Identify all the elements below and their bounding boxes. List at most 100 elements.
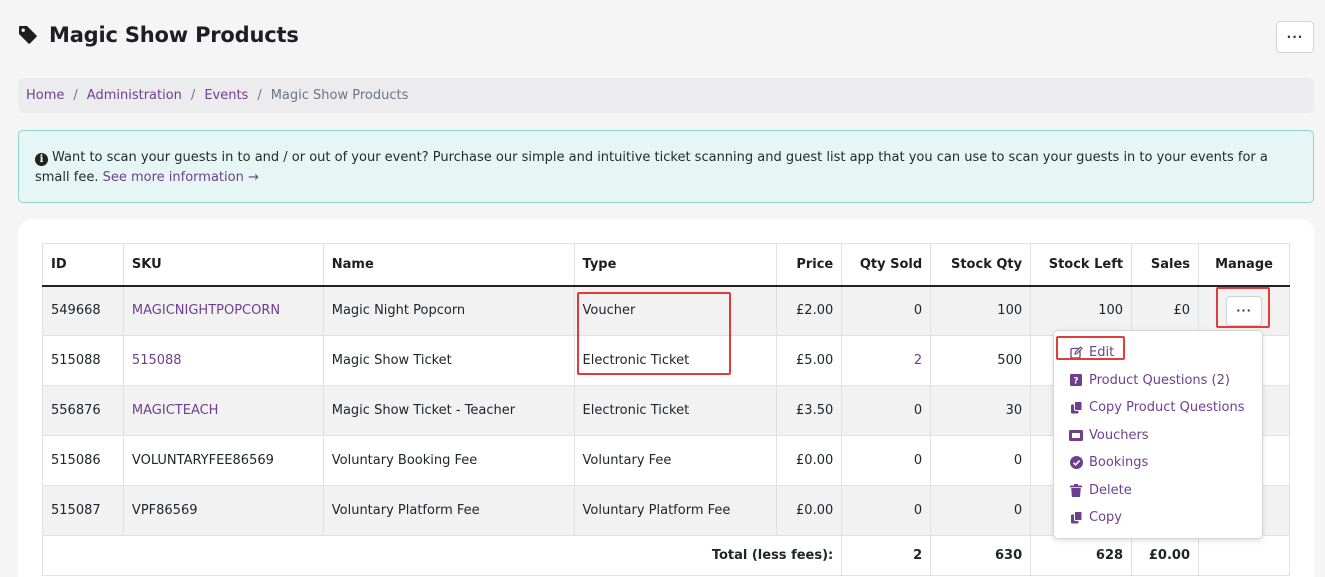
cell-qty-sold: 0 [841, 435, 932, 486]
cell-type: Voluntary Fee [573, 435, 778, 486]
cell-stock-left: 100 [1030, 285, 1133, 336]
breadcrumb-home[interactable]: Home [26, 88, 64, 103]
cell-name: Voluntary Booking Fee [322, 435, 575, 486]
cell-stock-qty: 30 [930, 385, 1032, 436]
total-stock-left: 628 [1030, 535, 1133, 576]
column-header-manage: Manage [1198, 243, 1290, 287]
trash-icon [1069, 483, 1083, 497]
cell-qty-sold: 0 [841, 385, 932, 436]
cell-id: 556876 [42, 385, 124, 436]
column-header-sku[interactable]: SKU [122, 243, 324, 287]
column-header-name[interactable]: Name [322, 243, 575, 287]
menu-item-label: Vouchers [1089, 427, 1149, 443]
menu-item-copy-product-questions[interactable]: Copy Product Questions [1054, 394, 1262, 422]
page-header: Magic Show Products [18, 20, 299, 50]
cell-type: Voucher [573, 285, 778, 336]
total-manage-empty [1198, 535, 1290, 576]
menu-item-delete[interactable]: Delete [1054, 477, 1262, 505]
breadcrumb-separator: / [73, 88, 78, 103]
cell-qty-sold: 0 [841, 285, 932, 336]
cell-id: 515086 [42, 435, 124, 486]
menu-item-label: Delete [1089, 482, 1132, 498]
totals-label: Total (less fees): [41, 535, 843, 576]
column-header-stock-qty[interactable]: Stock Qty [930, 243, 1032, 287]
check-circle-icon [1069, 456, 1083, 470]
menu-item-label: Copy [1089, 510, 1122, 526]
total-qty-sold: 2 [841, 535, 932, 576]
menu-item-copy[interactable]: Copy [1054, 504, 1262, 532]
tag-icon [19, 26, 37, 44]
ticket-icon [1069, 428, 1083, 442]
cell-price: £0.00 [776, 435, 843, 486]
copy-icon [1069, 401, 1083, 415]
see-more-information-link[interactable]: See more information → [103, 170, 259, 185]
cell-price: £2.00 [776, 285, 843, 336]
cell-qty-sold: 0 [841, 485, 932, 536]
menu-item-edit[interactable]: Edit [1054, 339, 1262, 367]
cell-manage: ··· [1198, 285, 1290, 336]
edit-icon [1069, 346, 1083, 360]
cell-name: Magic Night Popcorn [322, 285, 575, 336]
cell-type: Electronic Ticket [573, 335, 778, 386]
menu-item-label: Copy Product Questions [1089, 400, 1245, 416]
cell-sku: VOLUNTARYFEE86569 [122, 435, 324, 486]
cell-stock-qty: 100 [930, 285, 1032, 336]
cell-id: 549668 [42, 285, 124, 336]
table-header-row: ID SKU Name Type Price Qty Sold Stock Qt… [42, 243, 1290, 287]
menu-item-label: Product Questions (2) [1089, 372, 1230, 388]
column-header-stock-left[interactable]: Stock Left [1030, 243, 1133, 287]
sku-link[interactable]: MAGICNIGHTPOPCORN [132, 303, 280, 318]
page-options-button[interactable]: ··· [1276, 21, 1314, 53]
breadcrumb-current: Magic Show Products [270, 88, 409, 103]
copy-icon [1069, 511, 1083, 525]
breadcrumb-separator: / [190, 88, 196, 103]
page-title: Magic Show Products [49, 23, 299, 47]
column-header-type[interactable]: Type [573, 243, 778, 287]
cell-sales: £0 [1131, 285, 1200, 336]
menu-item-label: Bookings [1089, 455, 1149, 471]
breadcrumb-events[interactable]: Events [204, 88, 248, 103]
cell-sku: MAGICNIGHTPOPCORN [122, 285, 324, 336]
cell-sku: MAGICTEACH [122, 385, 324, 436]
cell-sku: VPF86569 [122, 485, 324, 536]
table-row: 549668 MAGICNIGHTPOPCORN Magic Night Pop… [42, 285, 1290, 336]
menu-item-label: Edit [1089, 345, 1115, 361]
breadcrumb-separator: / [257, 88, 262, 103]
cell-type: Voluntary Platform Fee [573, 485, 778, 536]
cell-price: £5.00 [776, 335, 843, 386]
cell-price: £0.00 [776, 485, 843, 536]
cell-price: £3.50 [776, 385, 843, 436]
sku-link[interactable]: MAGICTEACH [132, 403, 219, 418]
menu-item-bookings[interactable]: Bookings [1054, 449, 1262, 477]
column-header-id[interactable]: ID [42, 243, 124, 287]
question-icon: ? [1069, 373, 1083, 387]
cell-id: 515087 [42, 485, 124, 536]
menu-item-vouchers[interactable]: Vouchers [1054, 422, 1262, 450]
svg-text:?: ? [1073, 377, 1078, 387]
sku-link[interactable]: 515088 [132, 353, 182, 368]
cell-type: Electronic Ticket [573, 385, 778, 436]
info-alert: i Want to scan your guests in to and / or… [18, 130, 1314, 203]
breadcrumb: Home / Administration / Events / Magic S… [18, 78, 1314, 113]
qty-sold-link[interactable]: 2 [914, 353, 922, 368]
cell-name: Voluntary Platform Fee [322, 485, 575, 536]
cell-id: 515088 [42, 335, 124, 386]
column-header-price[interactable]: Price [776, 243, 843, 287]
info-icon: i [35, 153, 48, 166]
total-sales: £0.00 [1131, 535, 1200, 576]
cell-sku: 515088 [122, 335, 324, 386]
manage-menu-button[interactable]: ··· [1226, 295, 1262, 326]
cell-stock-qty: 500 [930, 335, 1032, 386]
cell-name: Magic Show Ticket - Teacher [322, 385, 575, 436]
totals-row: Total (less fees): 2 630 628 £0.00 [41, 535, 1290, 576]
column-header-sales[interactable]: Sales [1131, 243, 1200, 287]
breadcrumb-administration[interactable]: Administration [87, 88, 182, 103]
manage-dropdown-menu: Edit ? Product Questions (2) Copy Produc… [1053, 330, 1263, 539]
cell-qty-sold: 2 [841, 335, 932, 386]
total-stock-qty: 630 [930, 535, 1032, 576]
cell-name: Magic Show Ticket [322, 335, 575, 386]
menu-item-product-questions[interactable]: ? Product Questions (2) [1054, 367, 1262, 395]
cell-stock-qty: 0 [930, 435, 1032, 486]
cell-stock-qty: 0 [930, 485, 1032, 536]
column-header-qty-sold[interactable]: Qty Sold [841, 243, 932, 287]
